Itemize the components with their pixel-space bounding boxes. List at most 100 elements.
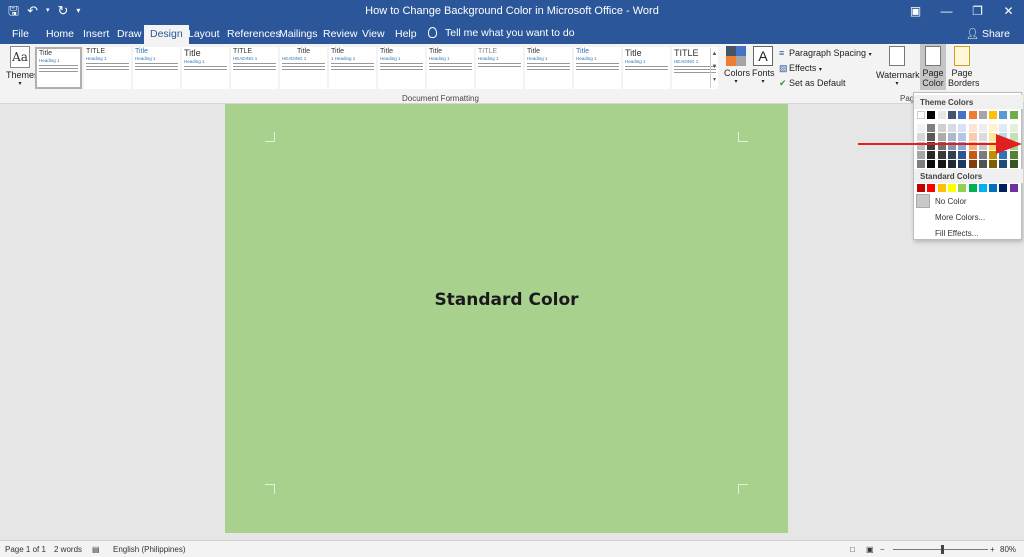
- theme-color-shade-swatch[interactable]: [927, 124, 936, 132]
- theme-color-shade-swatch[interactable]: [917, 160, 925, 168]
- page-color-button[interactable]: Page Color: [920, 44, 946, 90]
- page-count[interactable]: Page 1 of 1: [5, 545, 46, 554]
- word-count[interactable]: 2 words: [54, 545, 82, 554]
- theme-color-shade-swatch[interactable]: [989, 124, 998, 132]
- standard-color-swatch[interactable]: [968, 184, 977, 192]
- theme-color-shade-swatch[interactable]: [999, 160, 1008, 168]
- theme-color-swatch[interactable]: [978, 111, 987, 119]
- gallery-more-icon[interactable]: ▾: [711, 74, 718, 87]
- watermark-button[interactable]: Watermark ▾: [876, 46, 920, 87]
- page-borders-icon: [954, 46, 970, 66]
- read-mode-icon[interactable]: □: [850, 545, 855, 554]
- style-set-item[interactable]: Title Heading 1: [525, 47, 572, 89]
- theme-color-shade-swatch[interactable]: [999, 124, 1008, 132]
- style-set-item[interactable]: Title Heading 1: [574, 47, 621, 89]
- tell-me-search[interactable]: Tell me what you want to do: [428, 27, 575, 39]
- theme-color-shade-swatch[interactable]: [937, 160, 946, 168]
- colors-label: Colors: [724, 68, 751, 78]
- zoom-out-icon[interactable]: −: [880, 545, 885, 554]
- document-text[interactable]: Standard Color: [225, 290, 788, 310]
- zoom-level[interactable]: 80%: [1000, 545, 1016, 554]
- theme-color-shade-swatch[interactable]: [1009, 160, 1018, 168]
- zoom-in-icon[interactable]: +: [990, 545, 995, 554]
- tab-view[interactable]: View: [356, 25, 391, 44]
- print-layout-icon[interactable]: ▣: [866, 545, 874, 554]
- theme-color-shade-swatch[interactable]: [968, 124, 977, 132]
- style-set-item[interactable]: Title 1 Heading 1: [329, 47, 376, 89]
- theme-color-shade-swatch[interactable]: [917, 124, 925, 132]
- effects-button[interactable]: ▧Effects ▾: [779, 61, 872, 76]
- restore-icon[interactable]: ❐: [962, 0, 993, 22]
- style-set-item[interactable]: TITLE HEADING 1: [231, 47, 278, 89]
- close-icon[interactable]: ✕: [993, 0, 1024, 22]
- theme-color-shade-swatch[interactable]: [958, 124, 967, 132]
- theme-color-shade-swatch[interactable]: [947, 160, 956, 168]
- style-set-item[interactable]: TITLE Heading 1: [476, 47, 523, 89]
- no-color-option[interactable]: No Color: [935, 197, 967, 206]
- tab-mailings[interactable]: Mailings: [273, 25, 324, 44]
- theme-color-shade-swatch[interactable]: [927, 160, 936, 168]
- style-set-item[interactable]: Title Heading 1: [623, 47, 670, 89]
- standard-colors-header: Standard Colors: [914, 169, 1023, 183]
- style-set-item[interactable]: TITLE Heading 1: [84, 47, 131, 89]
- ribbon-display-icon[interactable]: ▣: [900, 0, 931, 22]
- standard-color-swatch[interactable]: [958, 184, 967, 192]
- theme-color-shade-swatch[interactable]: [978, 160, 987, 168]
- style-set-item[interactable]: Title Heading 1: [133, 47, 180, 89]
- standard-color-swatch[interactable]: [917, 184, 925, 192]
- theme-color-shade-swatch[interactable]: [978, 124, 987, 132]
- style-set-item[interactable]: Title Heading 1: [427, 47, 474, 89]
- style-set-item[interactable]: Title Heading 1: [378, 47, 425, 89]
- language-indicator[interactable]: English (Philippines): [113, 545, 185, 554]
- tab-home[interactable]: Home: [40, 25, 80, 44]
- standard-color-swatch[interactable]: [989, 184, 998, 192]
- theme-color-shade-swatch[interactable]: [947, 124, 956, 132]
- document-page[interactable]: Standard Color: [225, 104, 788, 533]
- tab-insert[interactable]: Insert: [77, 25, 115, 44]
- theme-color-swatch[interactable]: [989, 111, 998, 119]
- theme-color-shade-swatch[interactable]: [968, 160, 977, 168]
- theme-color-swatch[interactable]: [999, 111, 1008, 119]
- fill-effects-option[interactable]: Fill Effects...: [935, 229, 978, 238]
- minimize-icon[interactable]: —: [931, 0, 962, 22]
- proofing-icon[interactable]: ▤: [92, 545, 100, 554]
- fonts-button[interactable]: A Fonts ▾: [752, 46, 775, 85]
- more-colors-option[interactable]: More Colors...: [935, 213, 985, 222]
- tab-draw[interactable]: Draw: [111, 25, 148, 44]
- standard-color-swatch[interactable]: [978, 184, 987, 192]
- tab-help[interactable]: Help: [389, 25, 423, 44]
- standard-color-swatch[interactable]: [1009, 184, 1018, 192]
- theme-color-swatch[interactable]: [1009, 111, 1018, 119]
- style-set-item[interactable]: Title Heading 1: [35, 47, 82, 89]
- theme-color-swatch[interactable]: [947, 111, 956, 119]
- theme-color-shade-swatch[interactable]: [958, 160, 967, 168]
- colors-button[interactable]: Colors ▾: [724, 46, 751, 85]
- theme-color-swatch[interactable]: [927, 111, 936, 119]
- share-button[interactable]: 👤︎ Share: [966, 27, 1010, 40]
- set-as-default-button[interactable]: ✔ Set as Default: [779, 76, 872, 91]
- zoom-slider-thumb[interactable]: [941, 545, 945, 554]
- theme-color-shade-swatch[interactable]: [1009, 124, 1018, 132]
- paragraph-spacing-button[interactable]: ≡ Paragraph Spacing ▾: [779, 46, 872, 61]
- theme-color-swatch[interactable]: [937, 111, 946, 119]
- standard-color-swatch[interactable]: [927, 184, 936, 192]
- themes-button[interactable]: Aa Themes ▾: [6, 46, 39, 87]
- standard-color-swatch[interactable]: [937, 184, 946, 192]
- theme-color-swatch[interactable]: [958, 111, 967, 119]
- standard-color-swatch[interactable]: [947, 184, 956, 192]
- gallery-scroll[interactable]: ▲ ▼ ▾: [710, 48, 718, 88]
- tell-me-text: Tell me what you want to do: [445, 27, 575, 39]
- style-title: Title: [625, 48, 642, 58]
- theme-color-shade-swatch[interactable]: [937, 124, 946, 132]
- chevron-down-icon[interactable]: ▼: [711, 61, 718, 74]
- style-set-item[interactable]: Title Heading 1: [182, 47, 229, 89]
- theme-color-shade-swatch[interactable]: [989, 160, 998, 168]
- tab-layout[interactable]: Layout: [182, 25, 226, 44]
- tab-file[interactable]: File: [6, 25, 35, 44]
- chevron-up-icon[interactable]: ▲: [711, 48, 718, 61]
- theme-color-swatch[interactable]: [968, 111, 977, 119]
- theme-color-swatch[interactable]: [917, 111, 925, 119]
- standard-color-swatch[interactable]: [999, 184, 1008, 192]
- style-set-item[interactable]: Title HEADING 1: [280, 47, 327, 89]
- page-borders-button[interactable]: Page Borders: [948, 46, 980, 88]
